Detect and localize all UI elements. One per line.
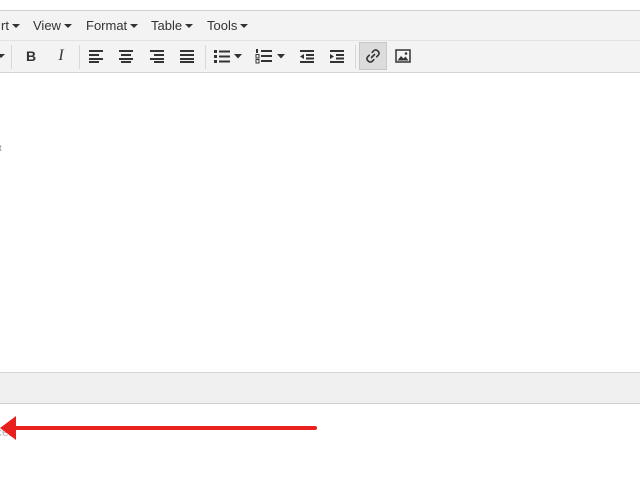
menu-insert[interactable]: rt <box>1 11 20 41</box>
menu-table[interactable]: Table <box>151 11 194 41</box>
editor-screenshot: rt View Format Table Tools B I t el <box>0 0 640 480</box>
menu-format-label: Format <box>86 18 128 33</box>
bold-button[interactable]: B <box>18 42 44 70</box>
outdent-button[interactable] <box>294 42 320 70</box>
chevron-down-icon <box>240 23 249 28</box>
chevron-down-icon <box>11 23 20 28</box>
align-right-button[interactable] <box>144 42 170 70</box>
align-right-icon <box>150 50 164 63</box>
align-left-icon <box>89 50 103 63</box>
numbered-list-icon <box>255 49 272 64</box>
editor-statusbar <box>0 372 640 403</box>
toolbar-divider <box>11 45 12 69</box>
link-button[interactable] <box>359 42 387 70</box>
italic-button[interactable]: I <box>48 42 74 70</box>
chevron-down-icon <box>63 23 72 28</box>
bullet-list-dropdown[interactable] <box>233 42 243 70</box>
menu-insert-label: rt <box>1 18 9 33</box>
toolbar-divider <box>355 45 356 69</box>
outdent-icon <box>300 50 314 63</box>
bold-icon: B <box>25 48 37 64</box>
align-justify-icon <box>180 50 194 63</box>
cancel-link-fragment[interactable]: cel <box>0 425 11 439</box>
rich-text-editor: rt View Format Table Tools B I t <box>0 10 640 404</box>
bullet-list-icon <box>214 50 230 63</box>
menubar: rt View Format Table Tools <box>0 11 640 41</box>
menu-view-label: View <box>33 18 61 33</box>
toolbar-divider <box>79 45 80 69</box>
align-left-button[interactable] <box>83 42 109 70</box>
align-justify-button[interactable] <box>174 42 200 70</box>
image-button[interactable] <box>390 42 416 70</box>
menu-tools-label: Tools <box>207 18 238 33</box>
bullet-list-button[interactable] <box>209 42 235 70</box>
indent-icon <box>330 50 344 63</box>
chevron-down-icon <box>0 54 5 58</box>
numbered-list-dropdown[interactable] <box>276 42 286 70</box>
style-select-caret[interactable] <box>0 42 5 70</box>
image-icon <box>395 49 411 63</box>
menu-tools[interactable]: Tools <box>207 11 249 41</box>
menu-format[interactable]: Format <box>86 11 139 41</box>
menu-table-label: Table <box>151 18 183 33</box>
chevron-down-icon <box>130 23 139 28</box>
align-center-icon <box>119 50 133 63</box>
toolbar-divider <box>205 45 206 69</box>
chevron-down-icon <box>234 53 242 58</box>
align-center-button[interactable] <box>113 42 139 70</box>
chevron-down-icon <box>185 23 194 28</box>
link-icon <box>366 49 380 63</box>
indent-button[interactable] <box>324 42 350 70</box>
content-text-fragment: t <box>0 143 2 153</box>
numbered-list-button[interactable] <box>251 42 277 70</box>
menu-view[interactable]: View <box>33 11 72 41</box>
chevron-down-icon <box>277 53 285 58</box>
editor-content-area[interactable]: t <box>0 73 640 373</box>
italic-icon: I <box>58 47 64 64</box>
formatting-toolbar: B I <box>0 41 640 73</box>
